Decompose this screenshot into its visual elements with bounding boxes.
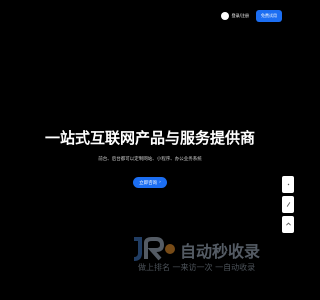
watermark-title: 自动秒收录 — [180, 242, 261, 261]
login-register-label: 登录/注册 — [231, 13, 249, 18]
watermark: 自动秒收录 做上排名 一来访一次 一自动收录 — [130, 237, 280, 277]
back-to-top-button[interactable] — [282, 216, 294, 233]
jr-logo-icon — [133, 237, 175, 261]
login-register-link[interactable]: 登录/注册 — [220, 12, 249, 20]
floating-side-toolbar — [282, 176, 294, 233]
consult-now-label: 立即咨询 — [139, 180, 158, 186]
top-right-header: 登录/注册 免费试用 — [220, 10, 282, 22]
hero-subtitle: 前台、后台都可以定制网站、小程序、办公业务系统 — [98, 157, 202, 162]
chat-icon — [287, 183, 289, 186]
edit-icon — [286, 202, 290, 207]
consult-now-button[interactable]: 立即咨询 › — [133, 177, 167, 188]
free-trial-button[interactable]: 免费试用 — [256, 10, 282, 22]
chevron-right-icon: › — [159, 180, 161, 185]
user-avatar-icon — [220, 12, 229, 20]
edit-button[interactable] — [282, 196, 294, 213]
landing-page: 登录/注册 免费试用 一站式互联网产品与服务提供商 前台、后台都可以定制网站、小… — [0, 0, 300, 300]
chat-button[interactable] — [282, 176, 294, 193]
arrow-up-icon — [285, 222, 291, 226]
watermark-subtitle: 做上排名 一来访一次 一自动收录 — [138, 263, 256, 272]
hero-title: 一站式互联网产品与服务提供商 — [44, 129, 255, 147]
